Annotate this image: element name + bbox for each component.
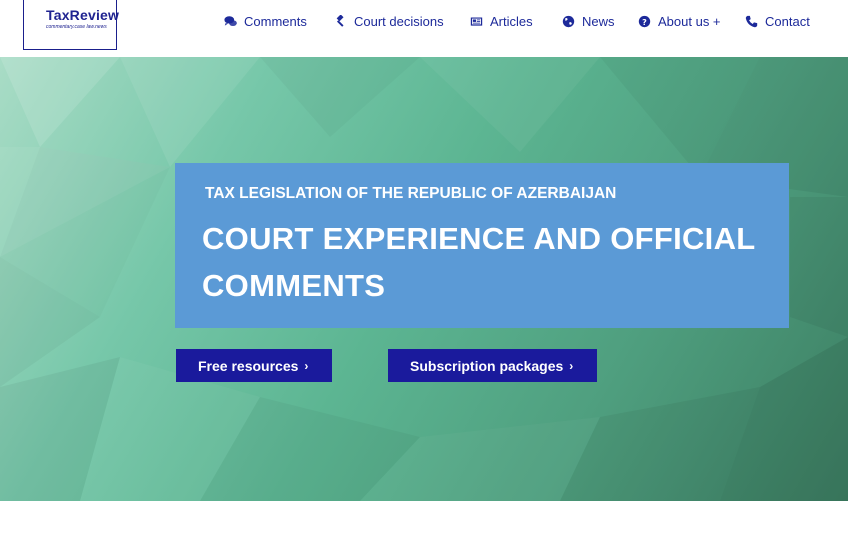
free-resources-label: Free resources: [198, 357, 299, 374]
subscription-packages-button[interactable]: Subscription packages ›: [388, 349, 597, 382]
nav-item-news[interactable]: News: [562, 13, 615, 29]
nav-item-label: About us +: [658, 13, 721, 29]
free-resources-button[interactable]: Free resources ›: [176, 349, 332, 382]
globe-icon: [562, 15, 575, 27]
nav-item-contact[interactable]: Contact: [745, 13, 810, 29]
chevron-right-icon: ›: [569, 358, 574, 373]
site-header: TaxReview commentary.case law.news Comme…: [0, 0, 848, 57]
phone-icon: [745, 15, 758, 27]
chevron-right-icon: ›: [304, 358, 309, 373]
comments-icon: [224, 15, 237, 26]
question-circle-icon: ?: [638, 15, 651, 27]
nav-item-label: Court decisions: [354, 13, 444, 29]
nav-item-label: News: [582, 13, 615, 29]
nav-item-label: Comments: [244, 13, 307, 29]
hero-section: TAX LEGISLATION OF THE REPUBLIC OF AZERB…: [0, 57, 848, 501]
nav-item-comments[interactable]: Comments: [224, 13, 307, 29]
gavel-icon: [336, 14, 344, 27]
nav-item-label: Articles: [490, 13, 533, 29]
hero-subtitle: TAX LEGISLATION OF THE REPUBLIC OF AZERB…: [205, 185, 617, 202]
nav-item-articles[interactable]: Articles: [470, 13, 533, 29]
hero-title: COURT EXPERIENCE AND OFFICIAL COMMENTS: [202, 221, 755, 303]
subscription-packages-label: Subscription packages: [410, 357, 564, 374]
nav-item-about[interactable]: ? About us +: [638, 13, 721, 29]
nav-item-court-decisions[interactable]: Court decisions: [334, 13, 444, 29]
hero-banner: TAX LEGISLATION OF THE REPUBLIC OF AZERB…: [175, 163, 789, 328]
main-nav: Comments Court decisions Articles News ?…: [0, 0, 848, 42]
newspaper-icon: [470, 16, 483, 26]
svg-text:?: ?: [642, 16, 647, 26]
nav-item-label: Contact: [765, 13, 810, 29]
